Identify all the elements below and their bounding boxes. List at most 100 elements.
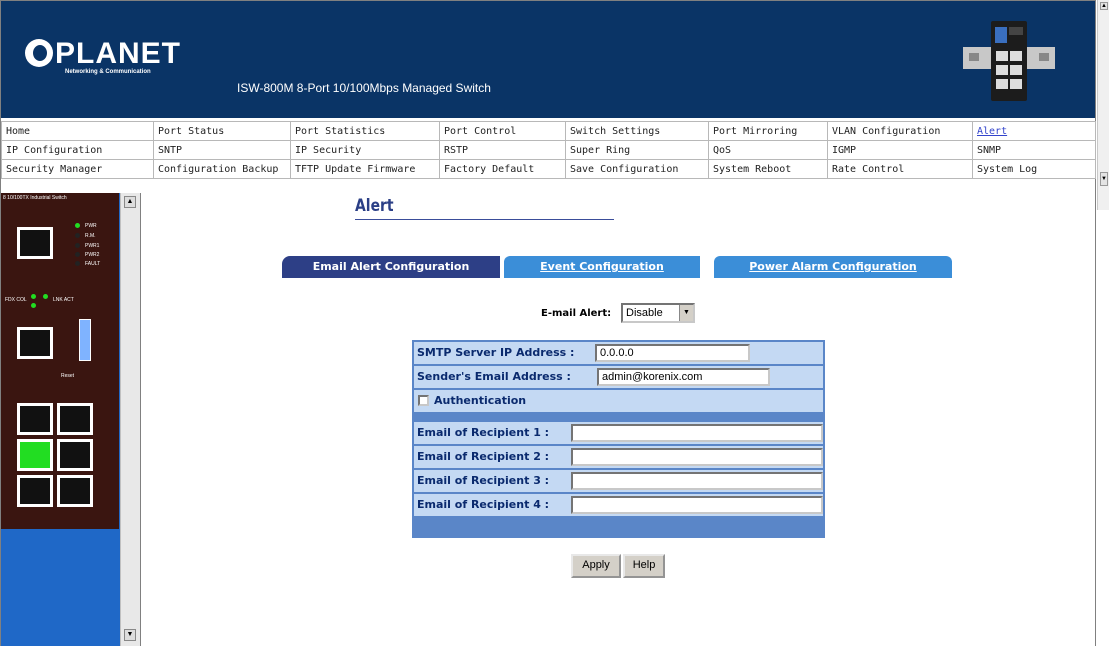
pwr-led-icon bbox=[75, 223, 80, 228]
authentication-checkbox[interactable] bbox=[418, 395, 429, 406]
authentication-label: Authentication bbox=[434, 394, 527, 407]
device-panel-scrollbar[interactable]: ▲ ▼ bbox=[120, 193, 140, 646]
led-label: PWR1 bbox=[85, 243, 100, 249]
nav-item-rate-control[interactable]: Rate Control bbox=[827, 159, 973, 179]
fx-led-icon bbox=[43, 294, 48, 299]
nav-item-save-configuration[interactable]: Save Configuration bbox=[565, 159, 709, 179]
product-title: ISW-800M 8-Port 10/100Mbps Managed Switc… bbox=[237, 81, 491, 95]
alert-tabs: Email Alert Configuration Event Configur… bbox=[282, 256, 952, 278]
led-label: PWR2 bbox=[85, 252, 100, 258]
nav-item-vlan-configuration[interactable]: VLAN Configuration bbox=[827, 121, 973, 141]
device-panel-frame: 8 10/100TX Industrial Switch PWR R.M. PW… bbox=[1, 193, 141, 646]
smtp-server-label: SMTP Server IP Address : bbox=[417, 346, 575, 359]
email-alert-select[interactable]: Disable ▼ bbox=[621, 303, 695, 323]
recipient-4-input[interactable] bbox=[571, 496, 823, 514]
recipient-3-label: Email of Recipient 3 : bbox=[417, 474, 550, 487]
nav-item-ip-security[interactable]: IP Security bbox=[290, 140, 440, 160]
smtp-server-input[interactable]: 0.0.0.0 bbox=[595, 344, 750, 362]
led-label: FAULT bbox=[85, 261, 101, 267]
dip-switch bbox=[79, 319, 91, 361]
sender-email-row: Sender's Email Address : admin@korenix.c… bbox=[414, 366, 823, 388]
nav-item-igmp[interactable]: IGMP bbox=[827, 140, 973, 160]
fault-led-icon bbox=[75, 261, 80, 266]
tab-power-alarm-configuration[interactable]: Power Alarm Configuration bbox=[714, 256, 952, 278]
ethernet-port-1 bbox=[17, 475, 53, 507]
email-alert-label: E-mail Alert: bbox=[541, 308, 612, 319]
fx-label: FDX COL bbox=[5, 297, 27, 303]
apply-button[interactable]: Apply bbox=[571, 554, 621, 578]
ethernet-port-6 bbox=[17, 403, 53, 435]
sender-email-input[interactable]: admin@korenix.com bbox=[597, 368, 770, 386]
fx-led-icon bbox=[31, 294, 36, 299]
nav-item-switch-settings[interactable]: Switch Settings bbox=[565, 121, 709, 141]
device-front-panel: 8 10/100TX Industrial Switch PWR R.M. PW… bbox=[1, 193, 119, 529]
fx-label: LNK ACT bbox=[53, 297, 74, 303]
nav-item-alert[interactable]: Alert bbox=[972, 121, 1096, 141]
reset-label: Reset bbox=[61, 373, 75, 379]
scroll-up-arrow-icon[interactable]: ▲ bbox=[124, 196, 136, 208]
led-label: PWR bbox=[85, 223, 97, 229]
window-scrollbar[interactable]: ▲ ▼ bbox=[1097, 0, 1109, 210]
header-banner: PLANET Networking & Communication ISW-80… bbox=[1, 1, 1095, 118]
nav-item-system-log[interactable]: System Log bbox=[972, 159, 1096, 179]
device-label: 8 10/100TX Industrial Switch bbox=[3, 195, 67, 201]
recipient-2-input[interactable] bbox=[571, 448, 823, 466]
nav-item-sntp[interactable]: SNTP bbox=[153, 140, 291, 160]
authentication-row: Authentication bbox=[414, 390, 823, 412]
switch-device-image bbox=[963, 21, 1055, 101]
nav-item-port-statistics[interactable]: Port Statistics bbox=[290, 121, 440, 141]
pwr2-led-icon bbox=[75, 252, 80, 257]
nav-item-port-control[interactable]: Port Control bbox=[439, 121, 566, 141]
recipient-3-row: Email of Recipient 3 : bbox=[414, 470, 823, 492]
nav-item-system-reboot[interactable]: System Reboot bbox=[708, 159, 828, 179]
ethernet-port-5 bbox=[57, 403, 93, 435]
page-title: Alert bbox=[355, 196, 394, 216]
recipient-2-label: Email of Recipient 2 : bbox=[417, 450, 550, 463]
logo-text: PLANET bbox=[55, 37, 181, 70]
recipient-4-row: Email of Recipient 4 : bbox=[414, 494, 823, 516]
console-port bbox=[17, 227, 53, 259]
nav-item-tftp-update-firmware[interactable]: TFTP Update Firmware bbox=[290, 159, 440, 179]
nav-item-port-status[interactable]: Port Status bbox=[153, 121, 291, 141]
nav-item-security-manager[interactable]: Security Manager bbox=[1, 159, 154, 179]
recipient-1-row: Email of Recipient 1 : bbox=[414, 422, 823, 444]
smtp-server-row: SMTP Server IP Address : 0.0.0.0 bbox=[414, 342, 823, 364]
nav-row: Security Manager Configuration Backup TF… bbox=[1, 159, 1096, 179]
scroll-down-arrow-icon[interactable]: ▼ bbox=[124, 629, 136, 641]
recipient-1-input[interactable] bbox=[571, 424, 823, 442]
nav-item-ip-configuration[interactable]: IP Configuration bbox=[1, 140, 154, 160]
tab-email-alert-configuration[interactable]: Email Alert Configuration bbox=[282, 256, 500, 278]
ethernet-port-2 bbox=[57, 475, 93, 507]
email-config-table: SMTP Server IP Address : 0.0.0.0 Sender'… bbox=[412, 340, 825, 538]
scroll-up-arrow-icon[interactable]: ▲ bbox=[1100, 2, 1108, 10]
nav-item-port-mirroring[interactable]: Port Mirroring bbox=[708, 121, 828, 141]
logo-tagline: Networking & Communication bbox=[65, 69, 151, 75]
recipient-2-row: Email of Recipient 2 : bbox=[414, 446, 823, 468]
email-alert-value: Disable bbox=[626, 307, 663, 319]
logo-mark-icon bbox=[25, 39, 53, 67]
nav-item-snmp[interactable]: SNMP bbox=[972, 140, 1096, 160]
nav-item-home[interactable]: Home bbox=[1, 121, 154, 141]
chevron-down-icon[interactable]: ▼ bbox=[679, 305, 693, 321]
help-button[interactable]: Help bbox=[623, 554, 665, 578]
nav-row: IP Configuration SNTP IP Security RSTP S… bbox=[1, 140, 1096, 160]
scroll-down-arrow-icon[interactable]: ▼ bbox=[1100, 172, 1108, 186]
fiber-port bbox=[17, 327, 53, 359]
fx-led-icon bbox=[31, 303, 36, 308]
tab-event-configuration[interactable]: Event Configuration bbox=[504, 256, 700, 278]
nav-item-qos[interactable]: QoS bbox=[708, 140, 828, 160]
led-label: R.M. bbox=[85, 233, 96, 239]
nav-row: Home Port Status Port Statistics Port Co… bbox=[1, 121, 1096, 141]
ethernet-port-3 bbox=[17, 439, 53, 471]
recipient-3-input[interactable] bbox=[571, 472, 823, 490]
recipient-1-label: Email of Recipient 1 : bbox=[417, 426, 550, 439]
nav-item-rstp[interactable]: RSTP bbox=[439, 140, 566, 160]
nav-item-configuration-backup[interactable]: Configuration Backup bbox=[153, 159, 291, 179]
pwr1-led-icon bbox=[75, 243, 80, 248]
title-underline bbox=[355, 219, 614, 220]
sender-email-label: Sender's Email Address : bbox=[417, 370, 571, 383]
nav-item-super-ring[interactable]: Super Ring bbox=[565, 140, 709, 160]
nav-item-factory-default[interactable]: Factory Default bbox=[439, 159, 566, 179]
recipient-4-label: Email of Recipient 4 : bbox=[417, 498, 550, 511]
main-nav-menu: Home Port Status Port Statistics Port Co… bbox=[1, 121, 1096, 179]
